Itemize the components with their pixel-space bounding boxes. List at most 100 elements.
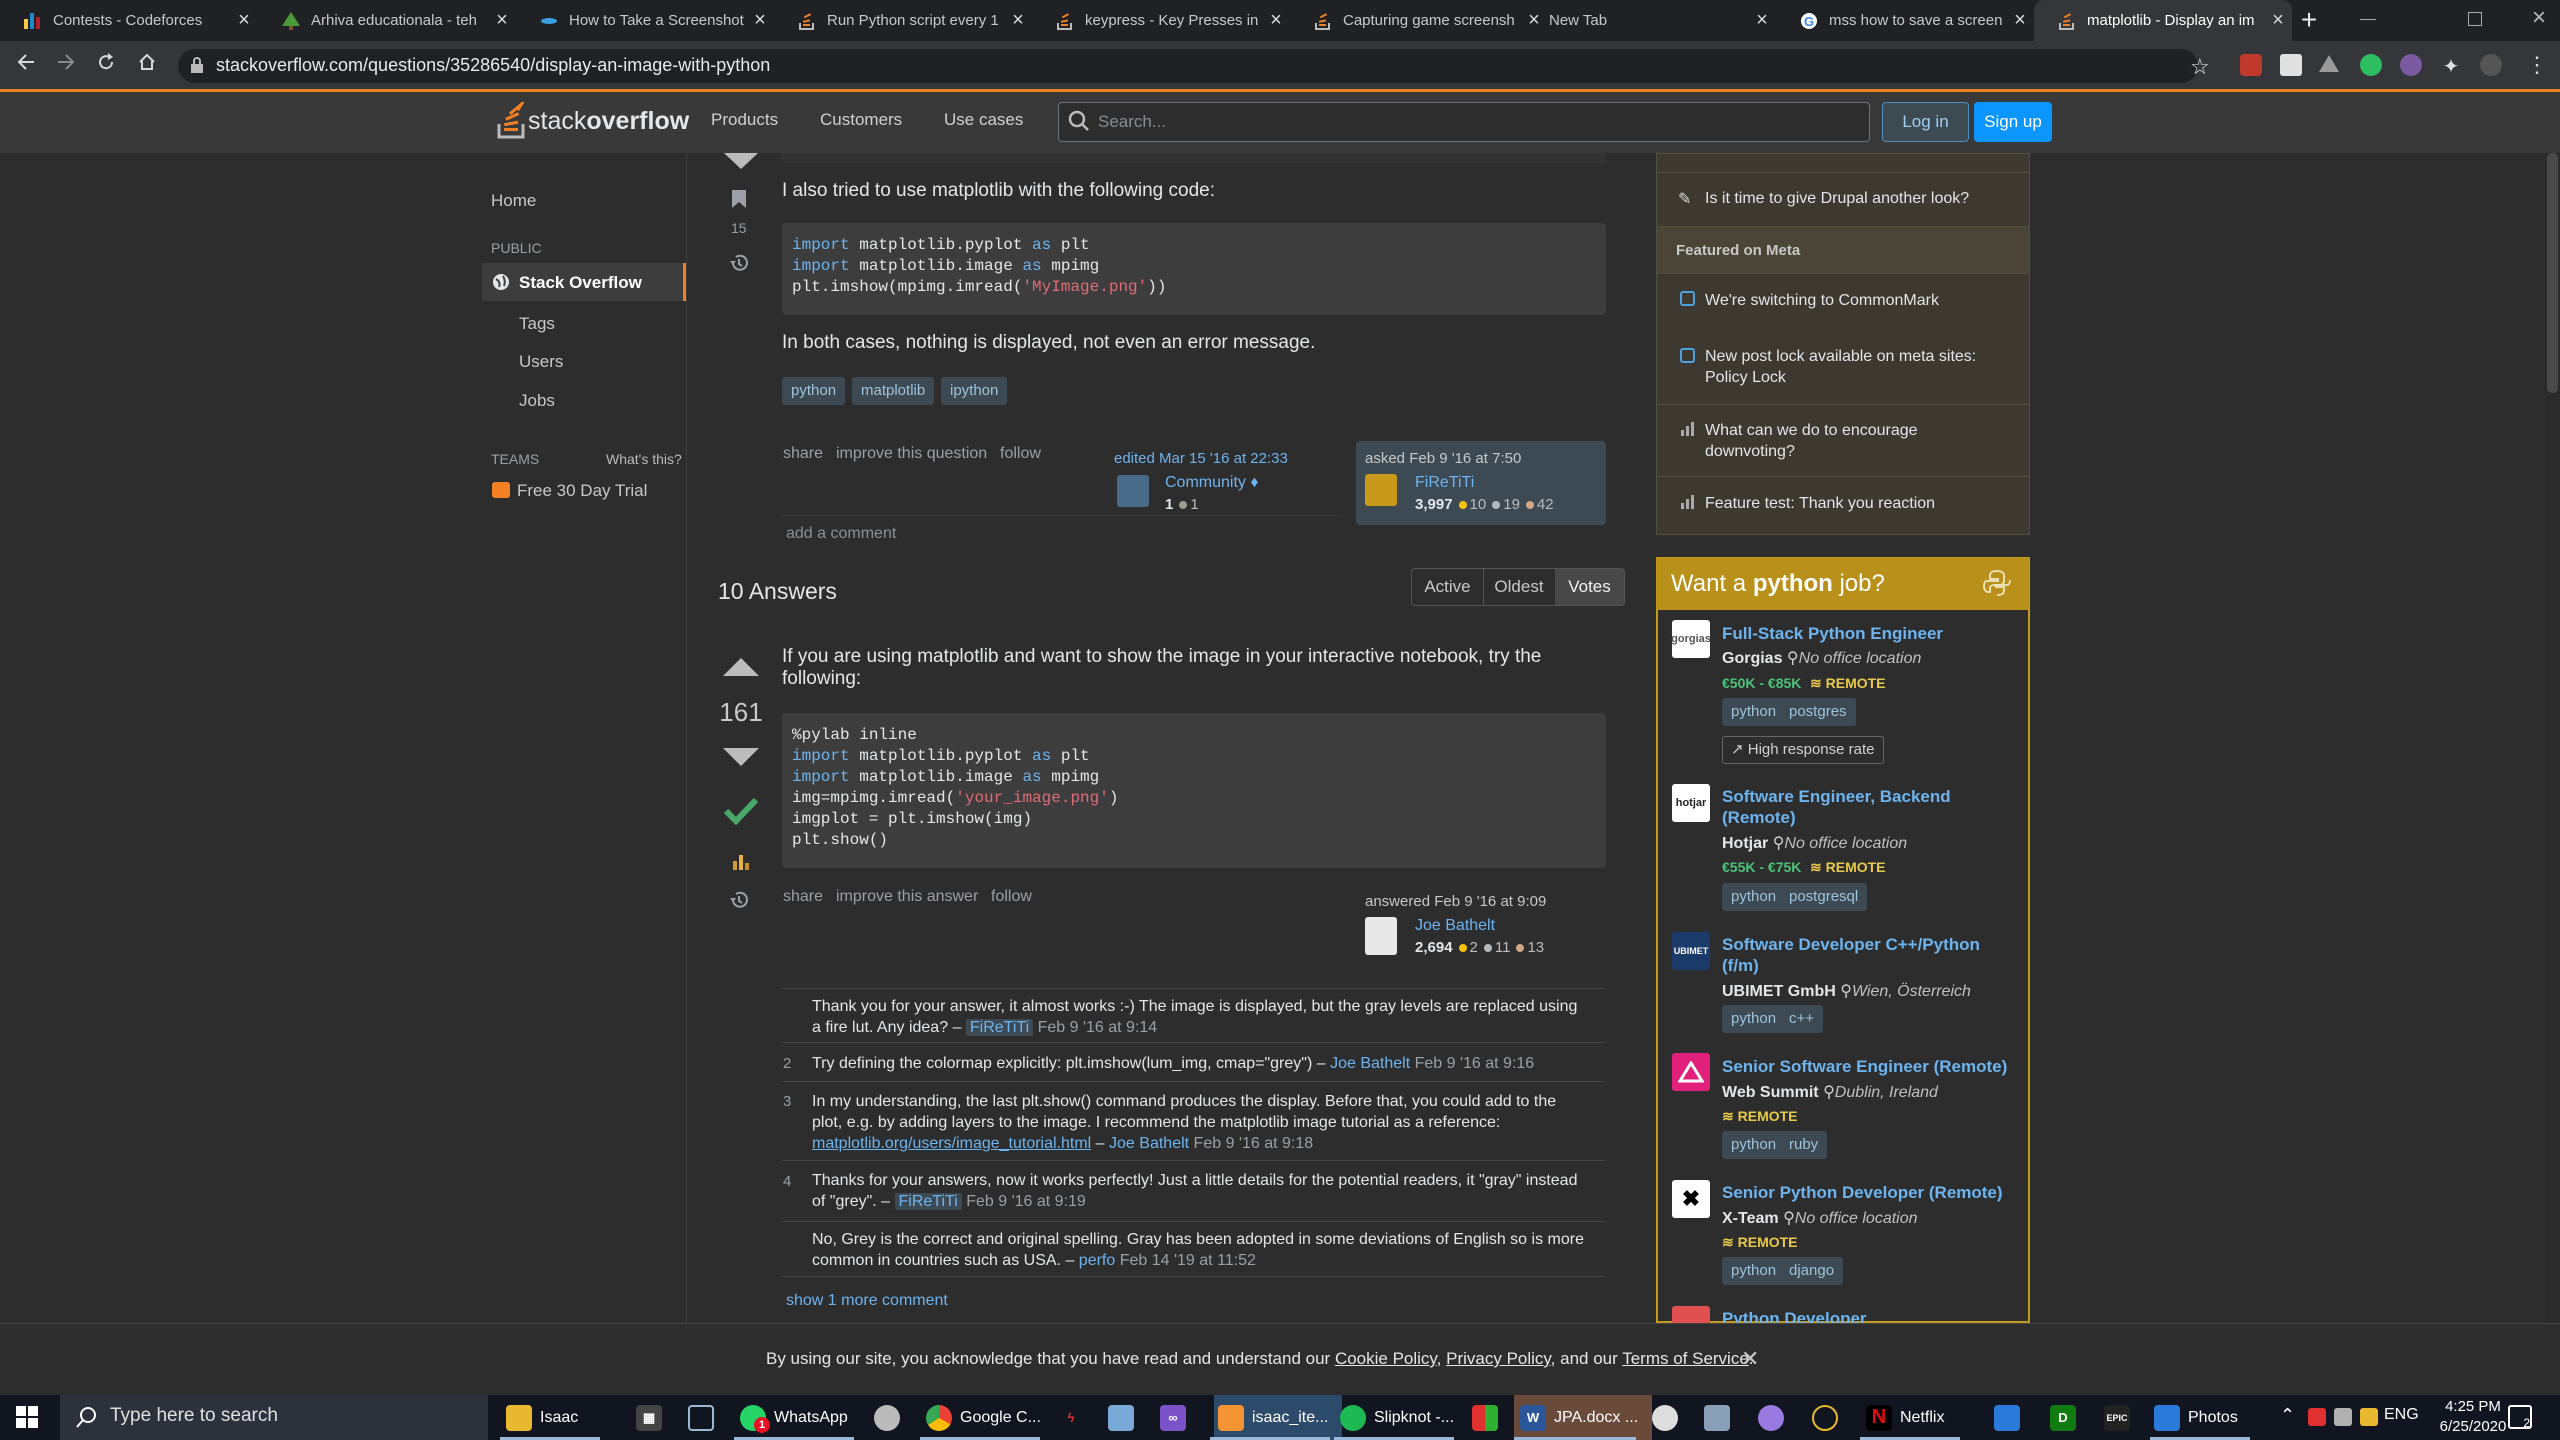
new-tab-button[interactable]: + [2294, 3, 2324, 37]
browser-tab-active[interactable]: matplotlib - Display an im × [2034, 0, 2292, 41]
cookie-policy-link[interactable]: Cookie Policy [1335, 1349, 1437, 1368]
comment-user[interactable]: Joe Bathelt [1330, 1055, 1410, 1072]
tag-python[interactable]: python [782, 377, 846, 405]
meta-item[interactable]: New post lock available on meta sites: Po… [1705, 346, 1976, 388]
job-title[interactable]: Software Developer C++/Python (f/m) [1722, 934, 1980, 976]
tag-django[interactable]: django [1780, 1257, 1844, 1285]
close-icon[interactable]: × [1004, 9, 1032, 32]
job-title[interactable]: Senior Python Developer (Remote) [1722, 1182, 2003, 1203]
browser-tab[interactable]: Capturing game screensh × [1290, 0, 1548, 41]
signup-button[interactable]: Sign up [1974, 102, 2052, 142]
maximize-icon[interactable] [2468, 12, 2482, 26]
taskbar-app[interactable] [1994, 1395, 2028, 1440]
browser-tab[interactable]: Contests - Codeforces × [0, 0, 258, 41]
taskbar-app[interactable]: ϟ [1058, 1395, 1092, 1440]
tray-chevron-icon[interactable]: ⌃ [2280, 1405, 2295, 1426]
close-icon[interactable]: × [2006, 9, 2034, 32]
sort-oldest[interactable]: Oldest [1483, 568, 1556, 606]
search-input[interactable] [1058, 102, 1870, 142]
taskbar-vs[interactable]: ∞ [1160, 1395, 1194, 1440]
follow-link[interactable]: follow [991, 888, 1032, 906]
tag-ruby[interactable]: ruby [1780, 1131, 1828, 1159]
improve-answer-link[interactable]: improve this answer [836, 888, 978, 906]
nav-use-cases[interactable]: Use cases [944, 110, 1023, 130]
close-icon[interactable]: × [1748, 9, 1776, 32]
meta-item[interactable]: What can we do to encourage downvoting? [1705, 420, 1918, 462]
taskbar-app-netflix[interactable]: N Netflix [1866, 1395, 1944, 1440]
sidebar-item-home[interactable]: Home [491, 191, 536, 211]
comment-user[interactable]: perfo [1079, 1252, 1115, 1269]
reload-icon[interactable] [92, 51, 120, 79]
stackoverflow-logo[interactable]: stack overflow [496, 101, 689, 141]
login-button[interactable]: Log in [1882, 102, 1969, 142]
evernote-icon[interactable] [2360, 54, 2382, 76]
pocket-icon[interactable] [2280, 54, 2302, 76]
history-icon[interactable] [728, 253, 750, 278]
extension-icon[interactable] [2240, 54, 2262, 76]
cookie-close-icon[interactable]: ✕ [1741, 1346, 1759, 1372]
whats-this-link[interactable]: What's this? [606, 451, 682, 467]
browser-tab[interactable]: How to Take a Screenshot × [516, 0, 774, 41]
improve-question-link[interactable]: improve this question [836, 445, 987, 463]
tag-python[interactable]: python [1722, 1131, 1786, 1159]
menu-icon[interactable]: ⋮ [2526, 52, 2548, 78]
browser-tab[interactable]: G mss how to save a screen × [1776, 0, 2034, 41]
sort-active[interactable]: Active [1411, 568, 1484, 606]
browser-tab[interactable]: Run Python script every 1 × [774, 0, 1032, 41]
sidebar-item-users[interactable]: Users [519, 352, 563, 372]
tag-python[interactable]: python [1722, 698, 1786, 726]
taskbar-app-word[interactable]: W JPA.docx ... [1514, 1395, 1653, 1440]
minimize-icon[interactable] [2360, 19, 2376, 20]
job-title[interactable]: Senior Software Engineer (Remote) [1722, 1056, 2007, 1077]
browser-tab[interactable]: Arhiva educationala - teh × [258, 0, 516, 41]
close-icon[interactable]: × [2264, 9, 2292, 32]
back-icon[interactable] [12, 51, 40, 79]
comment-user[interactable]: Joe Bathelt [1109, 1135, 1189, 1152]
comment-user[interactable]: FiReTiTi [894, 1193, 962, 1210]
tag-ipython[interactable]: ipython [941, 377, 1008, 405]
editor-name[interactable]: Community ♦ [1165, 474, 1259, 492]
nav-customers[interactable]: Customers [820, 110, 902, 130]
close-icon[interactable]: × [488, 9, 516, 32]
drive-icon[interactable] [2318, 54, 2340, 76]
scrollbar-thumb[interactable] [2547, 153, 2558, 393]
taskbar-app[interactable] [1812, 1395, 1846, 1440]
extensions-puzzle-icon[interactable]: ✦ [2440, 54, 2462, 78]
sidebar-item-jobs[interactable]: Jobs [519, 391, 555, 411]
answerer-name[interactable]: Joe Bathelt [1415, 917, 1495, 935]
sidebar-item-tags[interactable]: Tags [519, 314, 555, 334]
notification-center-icon[interactable]: 2 [2508, 1405, 2532, 1430]
share-link[interactable]: share [783, 888, 823, 906]
follow-link[interactable]: follow [1000, 445, 1041, 463]
close-icon[interactable]: × [1262, 9, 1290, 32]
profile-avatar[interactable] [2480, 54, 2502, 76]
job-title[interactable]: Full-Stack Python Engineer [1722, 623, 1943, 644]
comment-user[interactable]: FiReTiTi [965, 1019, 1034, 1036]
sort-votes[interactable]: Votes [1555, 568, 1625, 606]
free-trial-link[interactable]: Free 30 Day Trial [517, 481, 647, 501]
close-window-icon[interactable]: × [2532, 4, 2546, 32]
vpn-icon[interactable] [2400, 54, 2422, 76]
edited-link[interactable]: edited Mar 15 '16 at 22:33 [1114, 450, 1288, 467]
taskbar-app[interactable] [1652, 1395, 1686, 1440]
taskbar-paint[interactable] [874, 1395, 908, 1440]
nav-products[interactable]: Products [711, 110, 778, 130]
privacy-policy-link[interactable]: Privacy Policy [1446, 1349, 1551, 1368]
tag-postgres[interactable]: postgres [1780, 698, 1856, 726]
job-title[interactable]: Python Developer [1722, 1308, 1867, 1323]
browser-tab[interactable]: New Tab × [1518, 0, 1776, 41]
tag-cpp[interactable]: c++ [1780, 1005, 1824, 1033]
downvote-icon[interactable] [723, 748, 759, 771]
windows-start-icon[interactable] [16, 1406, 38, 1433]
tag-matplotlib[interactable]: matplotlib [852, 377, 935, 405]
downvote-icon[interactable] [724, 153, 758, 174]
tag-python[interactable]: python [1722, 1257, 1786, 1285]
history-icon[interactable] [728, 890, 750, 915]
meta-item[interactable]: Feature test: Thank you reaction [1705, 493, 1935, 514]
taskbar-app-spotify[interactable]: Slipknot -... [1340, 1395, 1454, 1440]
browser-tab[interactable]: keypress - Key Presses in × [1032, 0, 1290, 41]
taskbar-app-whatsapp[interactable]: 1 WhatsApp [740, 1395, 848, 1440]
forward-icon[interactable] [52, 51, 80, 79]
close-icon[interactable]: × [746, 9, 774, 32]
star-icon[interactable]: ☆ [2190, 54, 2210, 80]
